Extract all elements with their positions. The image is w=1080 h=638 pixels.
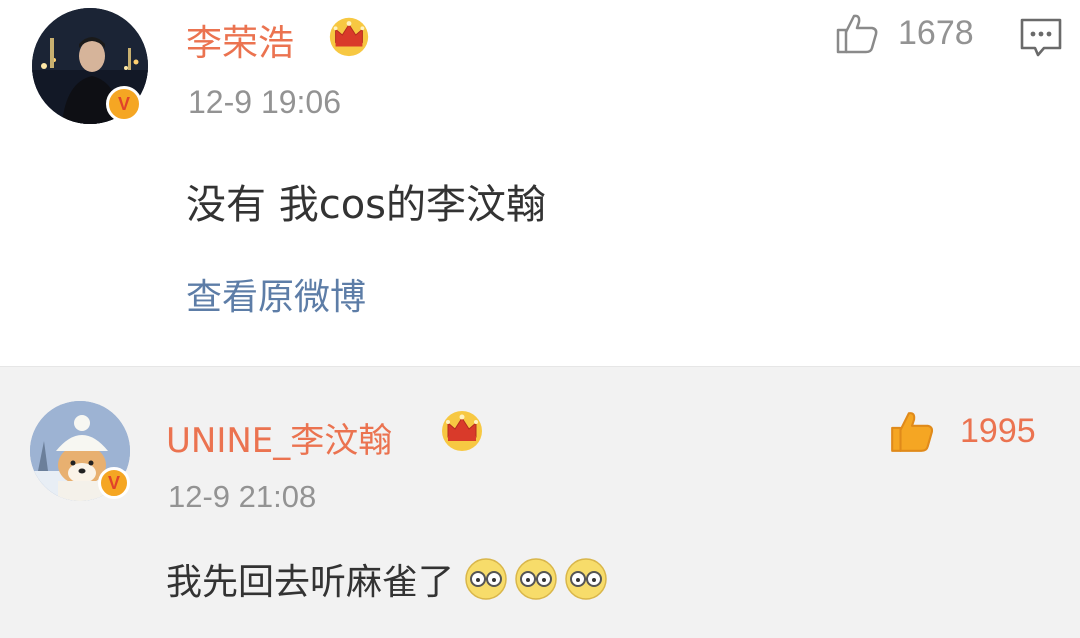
thumbs-up-icon [836,14,878,54]
thumbs-up-icon [891,412,934,452]
comment-timestamp: 12-9 19:06 [188,84,342,120]
glasses-face-emoji [515,558,557,600]
comment-username[interactable]: 李荣浩 [186,14,294,66]
comment-text: 没有 我cos的李汶翰 [186,182,547,228]
reply-timestamp: 12-9 21:08 [168,479,317,514]
view-original-post-link[interactable]: 查看原微博 [186,268,366,320]
reply-text: 我先回去听麻雀了 [166,553,610,605]
like-count: 1995 [960,411,1036,450]
reply-username[interactable]: UNINE_李汶翰 [166,413,392,462]
comment-reply-icon[interactable] [1018,16,1064,60]
crown-icon [329,17,369,57]
verified-badge: V [98,467,130,499]
like-button[interactable]: 1995 [888,407,1036,455]
comment-item: V 李荣浩 12-9 19:06 没有 我cos的李汶翰 查看原微博 1678 [0,0,1080,366]
glasses-face-emoji [465,558,507,600]
like-button[interactable]: 1678 [834,10,974,56]
glasses-face-emoji [565,558,607,600]
verified-badge: V [106,86,142,122]
crown-icon [442,411,482,451]
reply-text-content: 我先回去听麻雀了 [166,562,455,603]
reply-comment-item: V UNINE_李汶翰 12-9 21:08 我先回去听麻雀了 1995 [0,366,1080,638]
like-count: 1678 [898,13,974,52]
